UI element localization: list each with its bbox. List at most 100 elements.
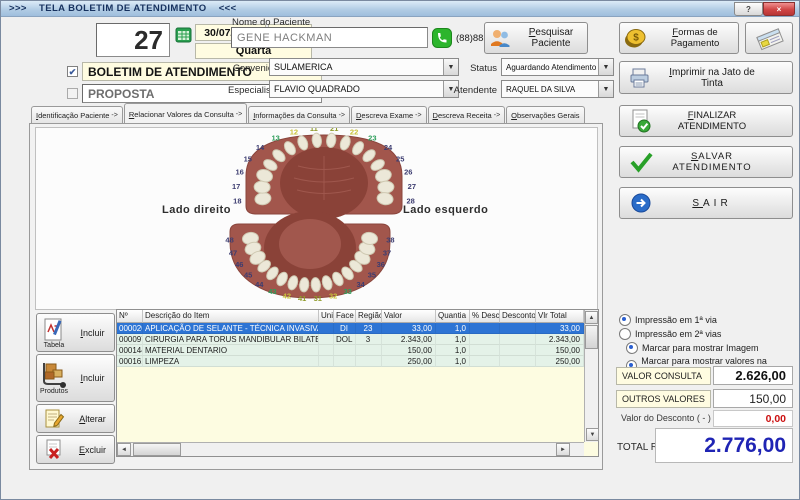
tab-2[interactable]: Informações da Consulta->	[248, 106, 350, 124]
cheque-button[interactable]	[745, 22, 793, 54]
include-products-button[interactable]: ProdutosIncluir	[36, 354, 115, 402]
tooth-number-24: 24	[384, 143, 393, 152]
tooth-number-18: 18	[233, 196, 241, 205]
total-field: 2.776,00	[655, 428, 793, 463]
table-cell: 150,00	[536, 345, 584, 356]
column-header[interactable]: Descrição do Item	[143, 310, 319, 323]
table-cell	[319, 323, 334, 334]
include-table-button[interactable]: TabelaIncluir	[36, 313, 115, 352]
titlebar: >>> TELA BOLETIM DE ATENDIMENTO <<<	[1, 1, 799, 17]
exit-arrow-icon	[620, 192, 662, 214]
dental-chart-box: 1817161514131211212223242526272848474645…	[35, 127, 598, 310]
table-cell: DI	[334, 323, 356, 334]
tooth-number-26: 26	[404, 168, 412, 177]
tab-0[interactable]: Identificação Paciente->	[31, 106, 123, 124]
radio-icon[interactable]	[626, 342, 638, 354]
outros-valores-label-box: OUTROS VALORES	[616, 390, 711, 408]
green-check-icon	[620, 150, 662, 174]
radio-icon[interactable]	[619, 328, 631, 340]
scroll-up-icon[interactable]: ▲	[585, 311, 598, 324]
tab-1[interactable]: Relacionar Valores da Consulta->	[124, 103, 247, 124]
horizontal-scrollbar[interactable]: ◄ ►	[117, 442, 584, 456]
table-cell: CIRURGIA PARA TORUS MANDIBULAR BILATERAL	[143, 334, 319, 345]
side-button-label: Excluir	[71, 445, 114, 455]
vertical-scrollbar[interactable]: ▲ ▼	[584, 310, 598, 442]
vertical-scroll-thumb[interactable]	[585, 325, 598, 349]
table-cell	[500, 345, 536, 356]
tooth-27[interactable]	[378, 181, 395, 194]
tooth-17[interactable]	[254, 181, 271, 194]
edit-button[interactable]: Alterar	[36, 404, 115, 433]
tab-4[interactable]: Descreva Receita->	[428, 106, 506, 124]
table-row[interactable]: 000144MATERIAL DENTARIO150,001,0150,00	[117, 345, 584, 356]
especialista-select[interactable]: FLAVIO QUADRADO ▼	[269, 80, 459, 98]
tab-label: Identificação Paciente	[36, 111, 109, 120]
scroll-right-icon[interactable]: ►	[556, 443, 570, 456]
scroll-down-icon[interactable]: ▼	[586, 428, 599, 441]
table-row[interactable]: 000020APLICAÇÃO DE SELANTE - TÉCNICA INV…	[117, 323, 584, 334]
table-cell: 2.343,00	[536, 334, 584, 345]
payment-methods-button[interactable]: $ Formas de Pagamento	[619, 22, 739, 54]
table-cell: MATERIAL DENTARIO	[143, 345, 319, 356]
table-cell	[334, 345, 356, 356]
status-select[interactable]: Aguardando Atendimento ▼	[501, 58, 614, 76]
atendente-select[interactable]: RAQUEL DA SILVA ▼	[501, 80, 614, 98]
column-header[interactable]: % Desc.	[470, 310, 500, 323]
tooth-number-11: 11	[310, 128, 318, 133]
print-option-2[interactable]: Marcar para mostrar Imagem	[626, 342, 759, 354]
column-header[interactable]: Nº	[117, 310, 143, 323]
search-patient-button[interactable]: Pesquisar Paciente	[484, 22, 588, 54]
tooth-number-32: 32	[329, 292, 337, 301]
tab-3[interactable]: Descreva Exame->	[351, 106, 427, 124]
radio-icon[interactable]	[619, 314, 631, 326]
chevron-down-icon[interactable]: ▼	[443, 59, 458, 75]
column-header[interactable]: Uni	[319, 310, 334, 323]
print-option-1[interactable]: Impressão em 2ª vias	[619, 328, 721, 340]
record-number-field[interactable]: 27	[96, 23, 170, 57]
table-cell: 1,0	[436, 323, 470, 334]
valor-consulta-field[interactable]: 2.626,00	[713, 366, 793, 385]
column-header[interactable]: Valor	[382, 310, 436, 323]
exit-button[interactable]: SAIR	[619, 187, 793, 219]
column-header[interactable]: Face	[334, 310, 356, 323]
table-cell: 1,0	[436, 356, 470, 367]
column-header[interactable]: Desconto	[500, 310, 536, 323]
save-button[interactable]: SALVAR ATENDIMENTO	[619, 146, 793, 178]
chevron-down-icon[interactable]: ▼	[598, 59, 613, 75]
column-header[interactable]: Região	[356, 310, 382, 323]
table-cell	[470, 356, 500, 367]
tooth-number-33: 33	[343, 287, 351, 296]
calendar-icon[interactable]	[175, 26, 192, 49]
close-button[interactable]: ×	[763, 2, 795, 16]
chevron-down-icon[interactable]: ▼	[598, 81, 613, 97]
dental-chart[interactable]: 1817161514131211212223242526272848474645…	[36, 128, 595, 307]
whatsapp-icon[interactable]	[432, 28, 452, 53]
svg-text:$: $	[633, 33, 639, 44]
proposta-checkbox[interactable]	[67, 88, 78, 99]
table-row[interactable]: 000097CIRURGIA PARA TORUS MANDIBULAR BIL…	[117, 334, 584, 345]
outros-valores-label: OUTROS VALORES	[622, 394, 705, 404]
cheque-icon	[753, 25, 785, 51]
print-option-0[interactable]: Impressão em 1ª via	[619, 314, 717, 326]
patient-name-input[interactable]	[231, 27, 428, 48]
desconto-field[interactable]: 0,00	[713, 410, 793, 427]
column-header[interactable]: Quantia	[436, 310, 470, 323]
boletim-checkbox[interactable]: ✔	[67, 66, 78, 77]
help-button[interactable]: ?	[734, 2, 763, 16]
print-button[interactable]: Imprimir na Jato de Tinta	[619, 61, 793, 94]
table-cell: 1,0	[436, 345, 470, 356]
convenio-select[interactable]: SULAMERICA ▼	[269, 58, 459, 76]
tab-5[interactable]: Observações Gerais	[506, 106, 584, 124]
tab-arrow-icon: ->	[415, 112, 421, 119]
table-row[interactable]: 000161LIMPEZA250,001,0250,00	[117, 356, 584, 367]
horizontal-scroll-thumb[interactable]	[133, 443, 181, 456]
desconto-label: Valor do Desconto ( - )	[621, 413, 711, 423]
delete-button[interactable]: Excluir	[36, 435, 115, 464]
column-header[interactable]: Vlr Total	[536, 310, 584, 323]
table-cell: 150,00	[382, 345, 436, 356]
scroll-left-icon[interactable]: ◄	[117, 443, 131, 456]
tooth-number-23: 23	[368, 134, 376, 143]
tooth-number-13: 13	[271, 134, 279, 143]
outros-valores-field[interactable]: 150,00	[713, 389, 793, 408]
finalize-button[interactable]: FINALIZAR ATENDIMENTO	[619, 105, 793, 137]
